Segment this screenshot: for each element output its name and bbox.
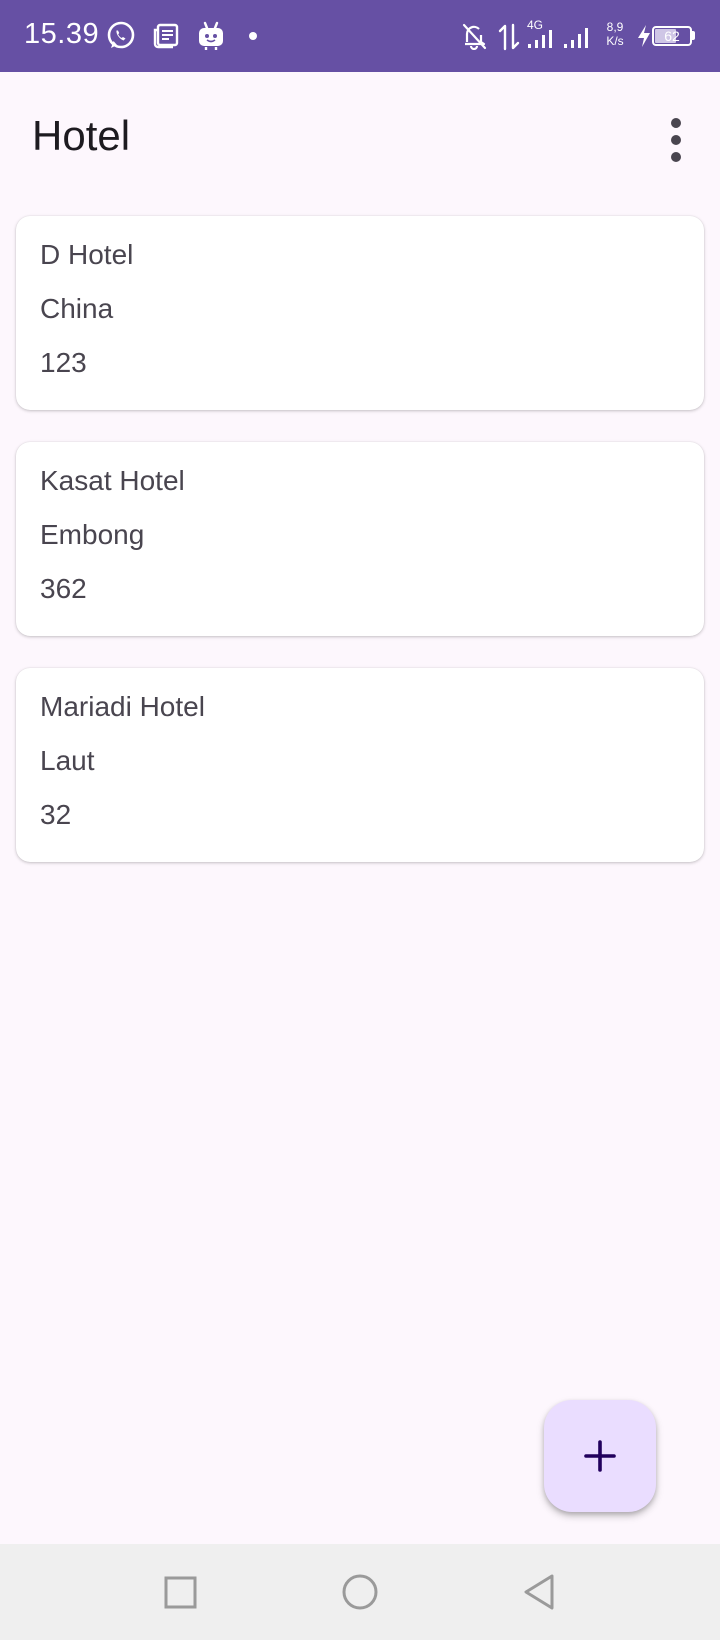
- recents-button[interactable]: [152, 1564, 208, 1620]
- net-speed-value: 8,9: [606, 20, 624, 34]
- plus-icon: [584, 1440, 616, 1472]
- whatsapp-icon: [107, 21, 135, 49]
- hotel-name: Kasat Hotel: [40, 465, 185, 496]
- more-options-button[interactable]: [652, 110, 700, 170]
- hotel-name: Mariadi Hotel: [40, 691, 205, 722]
- hotel-card[interactable]: Mariadi Hotel Laut 32: [16, 668, 704, 862]
- app-bar: Hotel: [0, 72, 720, 204]
- status-time: 15.39: [24, 18, 100, 50]
- signal-4g-icon: [528, 30, 552, 48]
- battery-level: 62: [664, 28, 680, 44]
- back-triangle-icon: [524, 1574, 554, 1610]
- back-button[interactable]: [512, 1564, 568, 1620]
- home-circle-icon: [342, 1574, 378, 1610]
- bell-off-icon: [462, 23, 487, 50]
- hotel-number: 362: [40, 573, 87, 604]
- charging-bolt-icon: [638, 25, 650, 47]
- signal-icon: [564, 28, 588, 48]
- hotel-number: 32: [40, 799, 72, 830]
- system-nav-bar: [0, 1544, 720, 1640]
- hotel-list: D Hotel China 123 Kasat Hotel Embong 362…: [16, 216, 704, 894]
- hotel-number: 123: [40, 347, 87, 378]
- net-speed: 8,9 K/s: [602, 20, 628, 48]
- hotel-name: D Hotel: [40, 239, 134, 270]
- hotel-card[interactable]: D Hotel China 123: [16, 216, 704, 410]
- status-bar: 15.39 4G 8,9 K/s 62: [0, 0, 720, 72]
- hotel-location: Laut: [40, 745, 95, 776]
- battery-tip: [692, 31, 695, 40]
- hotel-card[interactable]: Kasat Hotel Embong 362: [16, 442, 704, 636]
- bot-app-icon: [199, 21, 223, 50]
- home-button[interactable]: [332, 1564, 388, 1620]
- page-title: Hotel: [32, 112, 131, 159]
- notification-dot-icon: [249, 32, 257, 40]
- hotel-location: Embong: [40, 519, 145, 550]
- news-icon: [153, 23, 179, 49]
- hotel-location: China: [40, 293, 114, 324]
- battery-icon: 62: [652, 26, 692, 46]
- net-speed-unit: K/s: [606, 34, 624, 48]
- data-arrows-icon: [498, 23, 520, 51]
- recents-square-icon: [164, 1576, 197, 1609]
- add-hotel-button[interactable]: [544, 1400, 656, 1512]
